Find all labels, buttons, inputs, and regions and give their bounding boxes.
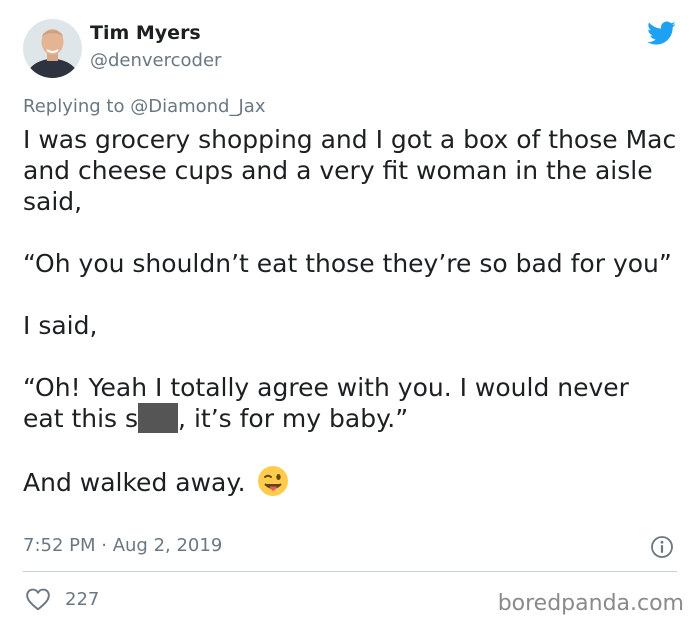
watermark: boredpanda.com [497,591,684,616]
meta-separator: · [95,535,113,556]
tweet-date: Aug 2, 2019 [112,535,223,556]
tweet-paragraph-4-line-1: “Oh! Yeah I totally agree with you. I wo… [23,373,629,402]
tweet-paragraph-5-text: And walked away. [23,468,246,497]
censor-block [138,403,179,433]
tweet-paragraph-4: “Oh! Yeah I totally agree with you. I wo… [23,372,683,434]
tweet-timestamp: 7:52 PM · Aug 2, 2019 [23,535,222,556]
info-icon[interactable] [650,535,674,559]
winking-face-with-tongue-emoji [257,465,289,497]
author-name[interactable]: Tim Myers [90,22,201,44]
like-count: 227 [65,588,100,610]
tweet-paragraph-5: And walked away. [23,465,683,498]
twitter-bird-icon[interactable] [644,18,678,48]
author-handle[interactable]: @denvercoder [90,50,221,71]
like-button[interactable]: 227 [25,586,99,612]
reply-prefix: Replying to [23,96,131,117]
tweet-time-link[interactable]: 7:52 PM · Aug 2, 2019 [23,535,222,556]
avatar[interactable] [23,19,82,78]
reply-context: Replying to @Diamond_Jax [23,96,265,117]
divider [23,571,677,572]
tweet-card: Tim Myers @denvercoder Replying to @Diam… [0,0,700,626]
tweet-paragraph-1: I was grocery shopping and I got a box o… [23,125,677,216]
heart-icon [26,588,50,611]
reply-target-link[interactable]: @Diamond_Jax [130,96,265,117]
tweet-paragraph-2: “Oh you shouldn’t eat those they’re so b… [23,249,672,278]
tweet-paragraph-4-pre: eat this s [23,404,139,433]
tweet-time: 7:52 PM [23,535,96,556]
tweet-paragraph-3: I said, [23,311,98,340]
tweet-paragraph-4-post: , it’s for my baby.” [178,404,409,433]
tweet-text: I was grocery shopping and I got a box o… [23,124,683,498]
